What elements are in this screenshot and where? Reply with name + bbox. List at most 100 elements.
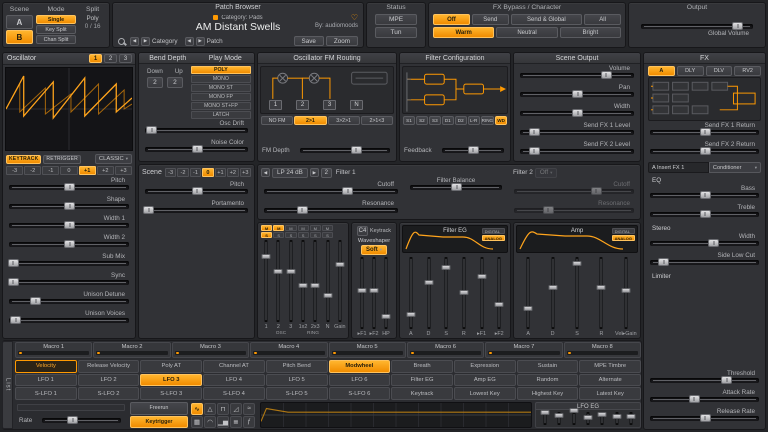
- mute-button[interactable]: M: [310, 225, 321, 231]
- slider-track[interactable]: [650, 149, 759, 154]
- keytrack-slider[interactable]: HP: [380, 255, 392, 338]
- slider-handle[interactable]: [358, 288, 367, 293]
- mod-source-button[interactable]: Expression: [454, 360, 516, 373]
- lfo-shape-sine-icon[interactable]: ∿: [191, 403, 203, 415]
- mod-source-button[interactable]: Alternate: [579, 374, 641, 387]
- limiter-slider[interactable]: Threshold: [644, 369, 765, 388]
- scene-octave-cell[interactable]: -1: [190, 168, 201, 177]
- mod-source-button[interactable]: S-LFO 5: [266, 387, 328, 400]
- slider-track[interactable]: [368, 255, 380, 331]
- play-mode-option[interactable]: LATCH: [191, 111, 251, 119]
- mod-source-button[interactable]: LFO 2: [78, 374, 140, 387]
- slider-track[interactable]: [420, 255, 438, 331]
- mixer-channel-slider[interactable]: 1x2: [297, 238, 309, 331]
- stereo-slider[interactable]: Side Low Cut: [644, 251, 765, 270]
- macro-value-bar[interactable]: [410, 351, 481, 355]
- mod-source-button[interactable]: Highest Key: [517, 387, 579, 400]
- mixer-channel-slider[interactable]: 3: [285, 238, 297, 331]
- slider-handle[interactable]: [459, 290, 468, 295]
- fm-route-option[interactable]: 2>1: [294, 116, 326, 125]
- slider-handle[interactable]: [323, 293, 332, 298]
- osc-param-slider[interactable]: Sync: [3, 271, 135, 290]
- mod-source-button[interactable]: Keytrack: [391, 387, 453, 400]
- mod-source-button[interactable]: S-LFO 1: [15, 387, 77, 400]
- slider-track[interactable]: [9, 223, 129, 228]
- lfo-shape-formula-icon[interactable]: ƒ: [243, 416, 255, 428]
- play-mode-option[interactable]: MONO: [191, 75, 251, 83]
- slider-handle[interactable]: [598, 412, 607, 417]
- filter1-type-next-button[interactable]: ▶: [310, 168, 319, 177]
- slider-handle[interactable]: [64, 240, 75, 248]
- mute-button[interactable]: M: [285, 225, 296, 231]
- macro-control[interactable]: Macro 5: [329, 342, 406, 358]
- mixer-channel-slider[interactable]: N: [321, 238, 333, 331]
- mod-source-button[interactable]: LFO 1: [15, 374, 77, 387]
- filter-eg-slider[interactable]: ▸F2: [490, 255, 508, 338]
- mod-source-button[interactable]: Poly AT: [140, 360, 202, 373]
- slider-track[interactable]: [595, 410, 609, 427]
- mute-button[interactable]: M: [261, 225, 272, 231]
- slider-handle[interactable]: [708, 239, 719, 247]
- slider-handle[interactable]: [64, 183, 75, 191]
- slider-track[interactable]: [356, 255, 368, 331]
- mixer-channel-slider[interactable]: 2x3: [309, 238, 321, 331]
- fx-slot[interactable]: RV2: [734, 66, 761, 76]
- macro-value-bar[interactable]: [175, 351, 246, 355]
- slider-track[interactable]: [520, 149, 634, 154]
- filter-balance-slider[interactable]: Filter Balance: [404, 176, 508, 190]
- slider-track[interactable]: [272, 238, 284, 324]
- slider-handle[interactable]: [64, 221, 75, 229]
- slider-track[interactable]: [9, 318, 129, 323]
- slider-handle[interactable]: [700, 191, 711, 199]
- slider-handle[interactable]: [30, 297, 41, 305]
- slider-track[interactable]: [410, 185, 502, 190]
- slider-handle[interactable]: [572, 90, 583, 98]
- scene-output-slider[interactable]: Send FX 1 Level: [514, 121, 640, 140]
- category-prev-button[interactable]: ◀: [130, 37, 139, 46]
- filter1-slider[interactable]: Cutoff: [258, 180, 404, 199]
- slider-handle[interactable]: [732, 22, 743, 30]
- lfo-shape-sample-hold-icon[interactable]: ▦: [191, 416, 203, 428]
- mod-source-button[interactable]: Pitch Bend: [266, 360, 328, 373]
- slider-handle[interactable]: [477, 274, 486, 279]
- slider-handle[interactable]: [342, 187, 353, 195]
- slider-handle[interactable]: [721, 376, 732, 384]
- macro-control[interactable]: Macro 8: [564, 342, 641, 358]
- lfo-eg-slider[interactable]: [581, 410, 595, 427]
- slider-track[interactable]: [402, 255, 420, 331]
- osc-param-slider[interactable]: Width 1: [3, 214, 135, 233]
- macro-control[interactable]: Macro 1: [15, 342, 92, 358]
- filter-eg-analog-button[interactable]: ANALOG: [482, 235, 505, 241]
- filter-config-option[interactable]: WD: [495, 116, 507, 125]
- mod-source-button[interactable]: Channel AT: [203, 360, 265, 373]
- mod-list-tab[interactable]: List: [2, 341, 13, 429]
- lfo-trigger-mode-button[interactable]: Freerun: [130, 402, 188, 415]
- slider-handle[interactable]: [700, 210, 711, 218]
- filter-eg-slider[interactable]: D: [420, 255, 438, 338]
- slider-track[interactable]: [650, 260, 759, 265]
- filter1-subtype-button[interactable]: 2: [321, 168, 332, 178]
- slider-handle[interactable]: [298, 283, 307, 288]
- slider-handle[interactable]: [468, 146, 479, 154]
- fx-bypass-option[interactable]: Send & Global: [511, 14, 583, 25]
- status-toggle-button[interactable]: Tun: [375, 27, 417, 38]
- slider-track[interactable]: [285, 238, 297, 324]
- slider-track[interactable]: [260, 238, 272, 324]
- filter-eg-slider[interactable]: A: [402, 255, 420, 338]
- slider-track[interactable]: [589, 255, 613, 331]
- slider-handle[interactable]: [621, 288, 630, 293]
- slider-track[interactable]: [520, 130, 634, 135]
- slider-handle[interactable]: [406, 312, 415, 317]
- lfo-eg-slider[interactable]: [609, 410, 623, 427]
- stereo-slider[interactable]: Width: [644, 232, 765, 251]
- mod-source-button[interactable]: Filter EG: [391, 374, 453, 387]
- slider-handle[interactable]: [495, 302, 504, 307]
- fx-bypass-option[interactable]: Off: [433, 14, 470, 25]
- filter-eg-digital-button[interactable]: DIGITAL: [482, 228, 505, 234]
- slider-handle[interactable]: [583, 415, 592, 420]
- oscillator-type-select[interactable]: CLASSIC▾: [95, 154, 132, 164]
- lfo-eg-slider[interactable]: [567, 410, 581, 427]
- oscillator-tab[interactable]: 2: [104, 54, 117, 63]
- slider-track[interactable]: [624, 410, 638, 427]
- slider-handle[interactable]: [626, 414, 635, 419]
